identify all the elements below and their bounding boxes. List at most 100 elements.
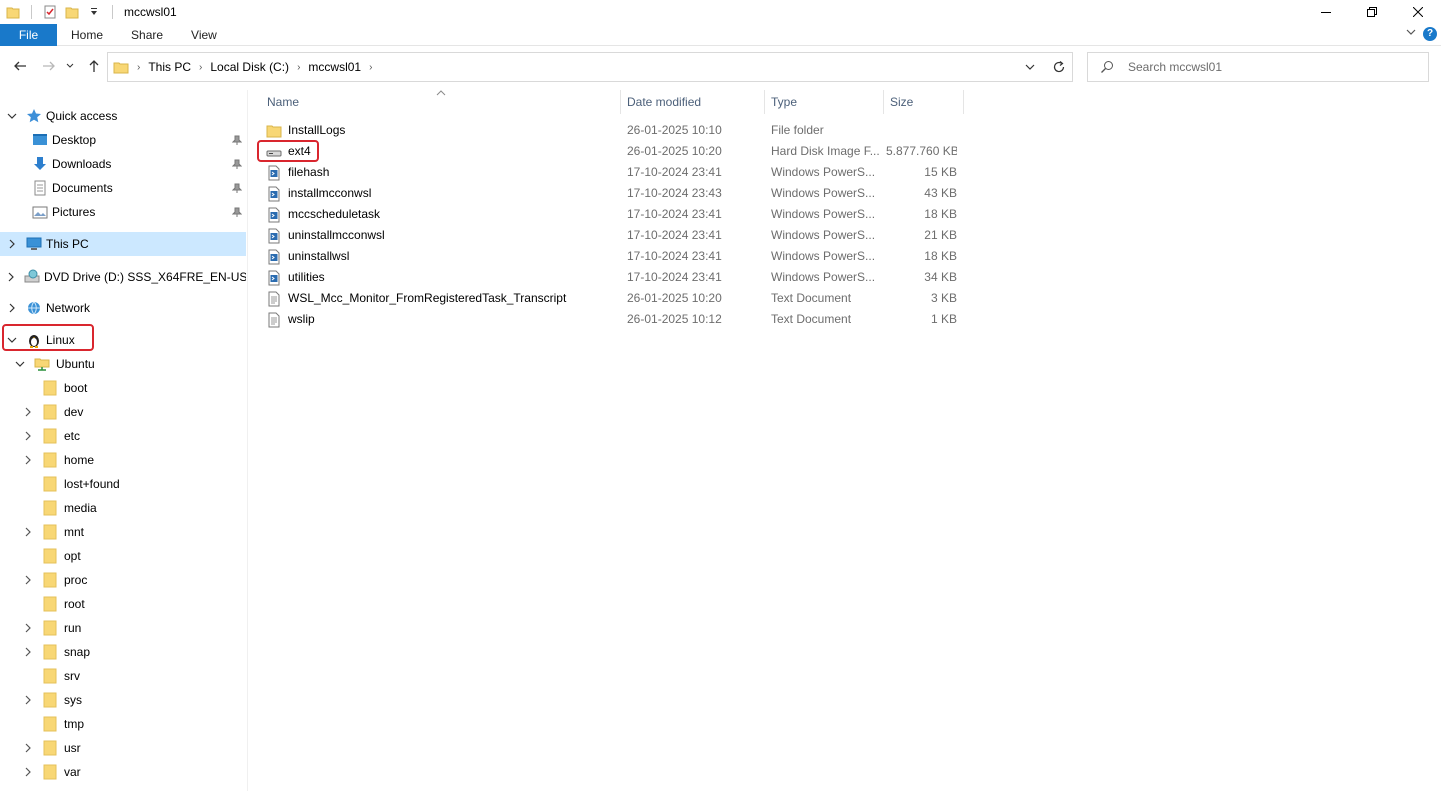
chevron-right-icon[interactable] bbox=[22, 742, 34, 754]
up-button[interactable] bbox=[85, 57, 103, 75]
tab-home[interactable]: Home bbox=[57, 24, 117, 46]
file-name-cell[interactable]: InstallLogs bbox=[266, 120, 606, 141]
column-header-date[interactable]: Date modified bbox=[621, 90, 764, 114]
new-folder-icon[interactable] bbox=[65, 5, 79, 19]
nav-folder-item[interactable]: var bbox=[0, 760, 246, 784]
chevron-right-icon[interactable] bbox=[6, 271, 16, 283]
chevron-right-icon[interactable] bbox=[22, 694, 34, 706]
pin-icon[interactable] bbox=[231, 134, 243, 148]
search-box[interactable]: Search mccwsl01 bbox=[1087, 52, 1429, 82]
restore-button[interactable] bbox=[1349, 0, 1395, 24]
network-drive-icon bbox=[34, 356, 50, 372]
file-name-cell[interactable]: uninstallmcconwsl bbox=[266, 225, 606, 246]
file-name-cell[interactable]: wslip bbox=[266, 309, 606, 330]
nav-folder-item[interactable]: sys bbox=[0, 688, 246, 712]
nav-network[interactable]: Network bbox=[0, 296, 246, 320]
chevron-right-icon[interactable] bbox=[22, 574, 34, 586]
chevron-right-icon[interactable] bbox=[22, 526, 34, 538]
help-button[interactable]: ? bbox=[1423, 26, 1437, 41]
chevron-right-icon[interactable] bbox=[22, 646, 34, 658]
tab-view[interactable]: View bbox=[177, 24, 231, 46]
file-row[interactable]: WSL_Mcc_Monitor_FromRegisteredTask_Trans… bbox=[266, 288, 966, 309]
address-bar[interactable]: › This PC › Local Disk (C:) › mccwsl01 › bbox=[107, 52, 1073, 82]
file-name-cell[interactable]: uninstallwsl bbox=[266, 246, 606, 267]
pin-icon[interactable] bbox=[231, 182, 243, 196]
recent-locations-button[interactable] bbox=[64, 57, 76, 75]
nav-pictures[interactable]: Pictures bbox=[0, 200, 246, 224]
pin-icon[interactable] bbox=[231, 158, 243, 172]
file-type: File folder bbox=[771, 123, 824, 137]
nav-ubuntu[interactable]: Ubuntu bbox=[0, 352, 246, 376]
close-button[interactable] bbox=[1395, 0, 1441, 24]
nav-desktop[interactable]: Desktop bbox=[0, 128, 246, 152]
chevron-right-icon[interactable] bbox=[22, 430, 34, 442]
nav-quick-access[interactable]: Quick access bbox=[0, 104, 246, 128]
file-row[interactable]: mccscheduletask 17-10-2024 23:41 Windows P… bbox=[266, 204, 966, 225]
file-name-cell[interactable]: installmcconwsl bbox=[266, 183, 606, 204]
customize-toolbar-dropdown-icon[interactable] bbox=[87, 5, 101, 19]
nav-downloads[interactable]: Downloads bbox=[0, 152, 246, 176]
nav-folder-item[interactable]: media bbox=[0, 496, 246, 520]
breadcrumb-this-pc[interactable]: This PC bbox=[148, 60, 191, 74]
nav-folder-item[interactable]: run bbox=[0, 616, 246, 640]
breadcrumb-mccwsl01[interactable]: mccwsl01 bbox=[308, 60, 361, 74]
minimize-button[interactable] bbox=[1303, 0, 1349, 24]
file-row[interactable]: installmcconwsl 17-10-2024 23:43 Windows P… bbox=[266, 183, 966, 204]
chevron-right-icon[interactable]: › bbox=[297, 62, 300, 73]
nav-folder-item[interactable]: boot bbox=[0, 376, 246, 400]
file-row[interactable]: utilities 17-10-2024 23:41 Windows PowerS.… bbox=[266, 267, 966, 288]
nav-folder-item[interactable]: opt bbox=[0, 544, 246, 568]
forward-button[interactable] bbox=[40, 57, 58, 75]
chevron-right-icon[interactable]: › bbox=[199, 62, 202, 73]
column-header-size[interactable]: Size bbox=[884, 90, 963, 114]
chevron-down-icon[interactable] bbox=[6, 110, 18, 122]
nav-folder-item[interactable]: srv bbox=[0, 664, 246, 688]
chevron-right-icon[interactable] bbox=[22, 622, 34, 634]
refresh-button[interactable] bbox=[1045, 52, 1073, 82]
address-history-dropdown[interactable] bbox=[1022, 59, 1038, 75]
chevron-right-icon[interactable] bbox=[6, 238, 18, 250]
back-button[interactable] bbox=[11, 57, 29, 75]
chevron-right-icon[interactable] bbox=[6, 302, 18, 314]
nav-folder-item[interactable]: mnt bbox=[0, 520, 246, 544]
chevron-right-icon[interactable]: › bbox=[137, 62, 140, 73]
chevron-right-icon[interactable]: › bbox=[369, 62, 372, 73]
breadcrumb-local-disk[interactable]: Local Disk (C:) bbox=[210, 60, 289, 74]
nav-folder-item[interactable]: root bbox=[0, 592, 246, 616]
nav-folder-item[interactable]: snap bbox=[0, 640, 246, 664]
column-header-name[interactable]: Name bbox=[261, 90, 621, 114]
nav-dvd-drive[interactable]: DVD Drive (D:) SSS_X64FRE_EN-US_DV9 bbox=[0, 265, 246, 289]
chevron-right-icon[interactable] bbox=[22, 766, 34, 778]
chevron-down-icon[interactable] bbox=[14, 358, 26, 370]
tab-file[interactable]: File bbox=[0, 24, 57, 46]
file-row[interactable]: filehash 17-10-2024 23:41 Windows PowerS..… bbox=[266, 162, 966, 183]
file-row[interactable]: uninstallwsl 17-10-2024 23:41 Windows Powe… bbox=[266, 246, 966, 267]
file-name-cell[interactable]: mccscheduletask bbox=[266, 204, 606, 225]
column-header-type[interactable]: Type bbox=[765, 90, 883, 114]
column-divider[interactable] bbox=[963, 90, 964, 114]
nav-folder-item[interactable]: dev bbox=[0, 400, 246, 424]
expand-ribbon-icon[interactable] bbox=[1405, 26, 1417, 41]
nav-documents[interactable]: Documents bbox=[0, 176, 246, 200]
properties-icon[interactable] bbox=[43, 5, 57, 19]
file-name-cell[interactable]: utilities bbox=[266, 267, 606, 288]
file-row[interactable]: uninstallmcconwsl 17-10-2024 23:41 Windows… bbox=[266, 225, 966, 246]
file-date: 17-10-2024 23:41 bbox=[627, 228, 722, 242]
file-row[interactable]: wslip 26-01-2025 10:12 Text Document 1 KB bbox=[266, 309, 966, 330]
chevron-right-icon[interactable] bbox=[22, 454, 34, 466]
nav-this-pc[interactable]: This PC bbox=[0, 232, 246, 256]
pin-icon[interactable] bbox=[231, 206, 243, 220]
nav-folder-item[interactable]: etc bbox=[0, 424, 246, 448]
nav-folder-item[interactable]: lost+found bbox=[0, 472, 246, 496]
chevron-right-icon[interactable] bbox=[22, 406, 34, 418]
nav-folder-item[interactable]: tmp bbox=[0, 712, 246, 736]
nav-folder-item[interactable]: usr bbox=[0, 736, 246, 760]
nav-folder-item[interactable]: home bbox=[0, 448, 246, 472]
search-input[interactable]: Search mccwsl01 bbox=[1128, 60, 1222, 74]
file-row[interactable]: ext4 26-01-2025 10:20 Hard Disk Image F...… bbox=[266, 141, 966, 162]
file-name-cell[interactable]: filehash bbox=[266, 162, 606, 183]
tab-share[interactable]: Share bbox=[117, 24, 177, 46]
file-row[interactable]: InstallLogs 26-01-2025 10:10 File folder bbox=[266, 120, 966, 141]
file-name-cell[interactable]: WSL_Mcc_Monitor_FromRegisteredTask_Trans… bbox=[266, 288, 606, 309]
nav-folder-item[interactable]: proc bbox=[0, 568, 246, 592]
